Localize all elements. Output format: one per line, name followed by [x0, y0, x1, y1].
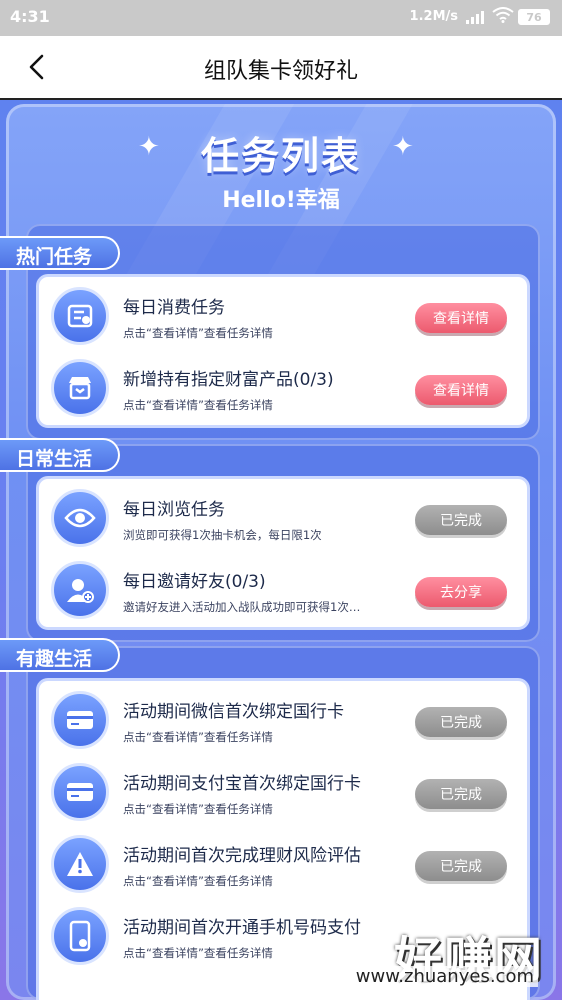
card-icon: [51, 763, 109, 821]
battery-icon: 76: [518, 9, 550, 25]
page-title: 组队集卡领好礼: [203, 59, 358, 84]
task-desc: 点击“查看详情”查看任务详情: [123, 946, 273, 960]
share-button[interactable]: 去分享: [415, 577, 507, 607]
warning-icon: [51, 835, 109, 893]
task-item: 每日邀请好友(0/3) 邀请好友进入活动加入战队成功即可获得1次… 去分享: [39, 555, 527, 627]
task-item: 每日浏览任务 浏览即可获得1次抽卡机会，每日限1次 已完成: [39, 483, 527, 555]
task-name: 活动期间微信首次绑定国行卡: [123, 702, 344, 722]
status-time: 4:31: [10, 7, 50, 26]
task-desc: 邀请好友进入活动加入战队成功即可获得1次…: [123, 600, 361, 614]
completed-button[interactable]: 已完成: [415, 851, 507, 881]
task-name: 新增持有指定财富产品(0/3): [123, 370, 334, 390]
task-item: 活动期间微信首次绑定国行卡 点击“查看详情”查看任务详情 已完成: [39, 685, 527, 757]
signal-icon: [466, 10, 484, 24]
section-label-hot: 热门任务: [0, 236, 120, 270]
eye-icon: [51, 489, 109, 547]
view-details-button[interactable]: 查看详情: [415, 375, 507, 405]
task-desc: 点击“查看详情”查看任务详情: [123, 802, 273, 816]
task-item: 新增持有指定财富产品(0/3) 点击“查看详情”查看任务详情 查看详情: [39, 353, 527, 425]
task-desc: 浏览即可获得1次抽卡机会，每日限1次: [123, 528, 322, 542]
task-desc: 点击“查看详情”查看任务详情: [123, 326, 273, 340]
banner-title: 任务列表: [200, 134, 361, 178]
phone-pay-icon: [51, 907, 109, 965]
task-item: 每日消费任务 点击“查看详情”查看任务详情 查看详情: [39, 281, 527, 353]
task-card: 每日消费任务 点击“查看详情”查看任务详情 查看详情 新增持有指定财富产品(0/…: [36, 274, 530, 428]
task-name: 活动期间支付宝首次绑定国行卡: [123, 774, 361, 794]
store-icon: [51, 359, 109, 417]
task-item: 活动期间首次完成理财风险评估 点击“查看详情”查看任务详情 已完成: [39, 829, 527, 901]
section-label-daily: 日常生活: [0, 438, 120, 472]
nav-header: 组队集卡领好礼: [0, 36, 562, 100]
task-item: 活动期间支付宝首次绑定国行卡 点击“查看详情”查看任务详情 已完成: [39, 757, 527, 829]
view-details-button[interactable]: 查看详情: [415, 303, 507, 333]
task-name: 活动期间首次开通手机号码支付: [123, 918, 361, 938]
task-desc: 点击“查看详情”查看任务详情: [123, 874, 273, 888]
wifi-icon: [492, 7, 514, 23]
completed-button[interactable]: 已完成: [415, 779, 507, 809]
card-icon: [51, 691, 109, 749]
task-card: 每日浏览任务 浏览即可获得1次抽卡机会，每日限1次 已完成 每日邀请好友(0/3…: [36, 476, 530, 630]
status-bar: 4:31 1.2M/s 76: [0, 0, 562, 36]
task-name: 每日邀请好友(0/3): [123, 572, 266, 592]
completed-button[interactable]: 已完成: [415, 707, 507, 737]
section-label-fun: 有趣生活: [0, 638, 120, 672]
network-speed: 1.2M/s: [409, 9, 458, 24]
completed-button[interactable]: 已完成: [415, 505, 507, 535]
task-name: 每日浏览任务: [123, 500, 225, 520]
receipt-icon: [51, 287, 109, 345]
task-desc: 点击“查看详情”查看任务详情: [123, 398, 273, 412]
watermark-url: www.zhuanyes.com: [351, 966, 538, 987]
task-name: 每日消费任务: [123, 298, 225, 318]
add-user-icon: [51, 561, 109, 619]
banner-subtitle: Hello!幸福: [222, 188, 340, 213]
task-desc: 点击“查看详情”查看任务详情: [123, 730, 273, 744]
task-name: 活动期间首次完成理财风险评估: [123, 846, 361, 866]
